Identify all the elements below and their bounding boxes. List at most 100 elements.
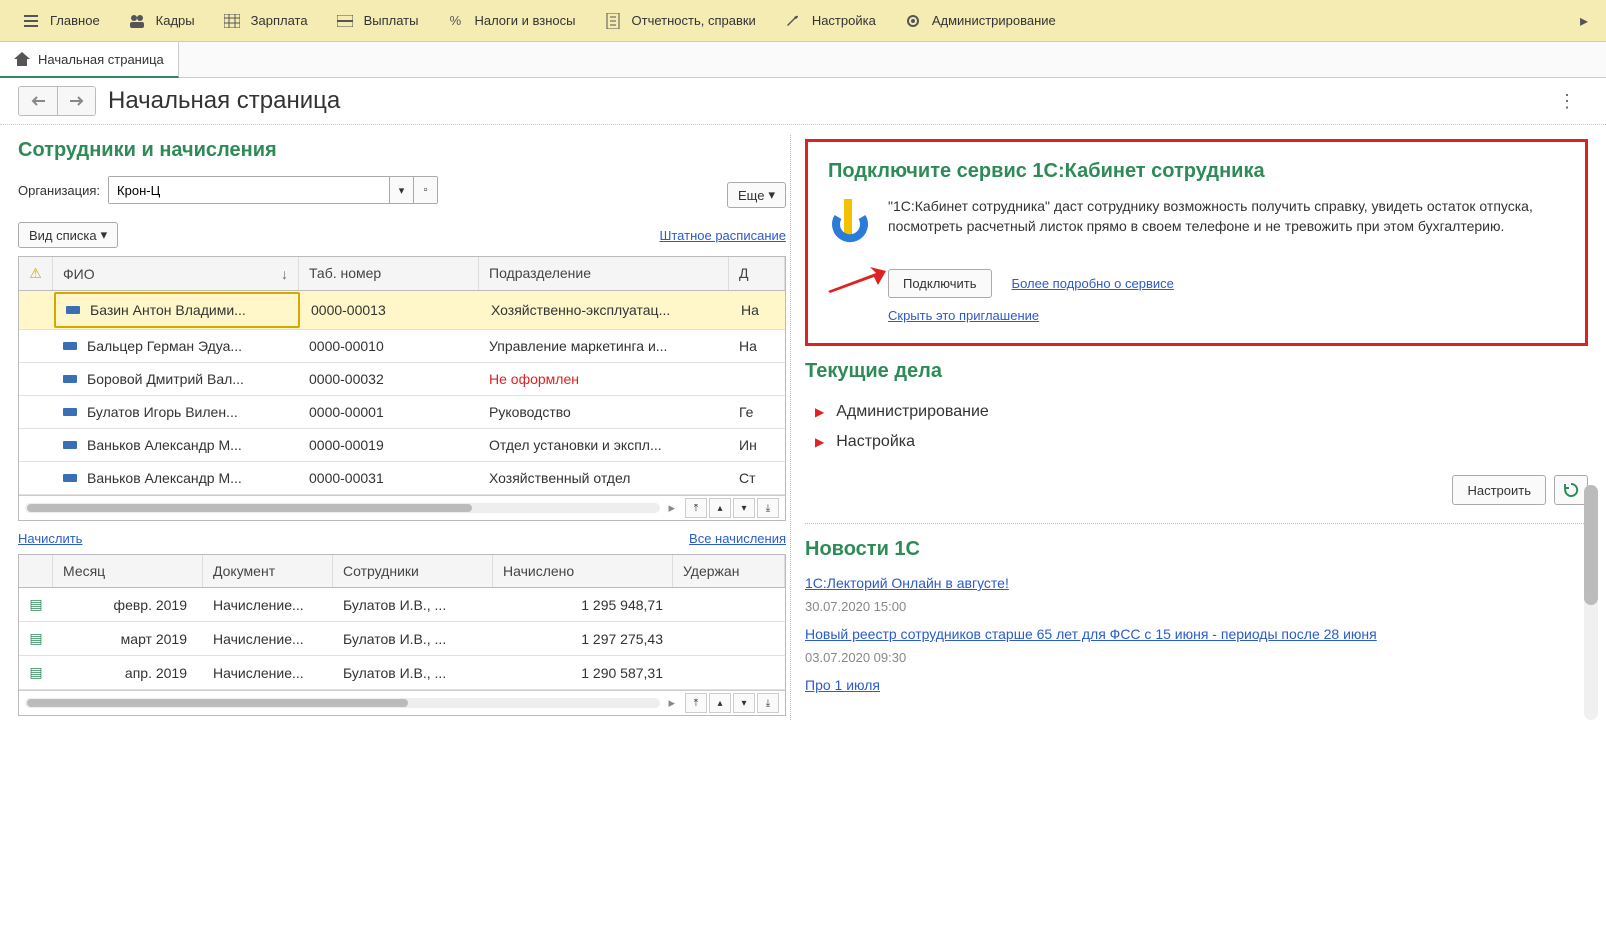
news-link[interactable]: Новый реестр сотрудников старше 65 лет д… <box>805 626 1377 642</box>
table-row[interactable]: Ваньков Александр М...0000-00019Отдел ус… <box>19 429 785 462</box>
nav-label: Зарплата <box>251 13 308 28</box>
back-button[interactable] <box>19 87 57 115</box>
view-type-button[interactable]: Вид списка ▾ <box>18 222 118 248</box>
table-header: Месяц Документ Сотрудники Начислено Удер… <box>19 555 785 588</box>
goto-last-icon[interactable]: ⤓ <box>757 693 779 713</box>
task-item[interactable]: ▶Настройка <box>805 427 1588 457</box>
tab-home[interactable]: Начальная страница <box>0 42 179 78</box>
more-button[interactable]: Еще ▾ <box>727 182 786 208</box>
table-row[interactable]: ▤март 2019Начисление...Булатов И.В., ...… <box>19 622 785 656</box>
sort-down-icon: ↓ <box>281 266 288 282</box>
goto-down-icon[interactable]: ▾ <box>733 498 755 518</box>
all-accruals-link[interactable]: Все начисления <box>689 531 786 546</box>
topbar-more[interactable]: ▸ <box>1570 11 1598 31</box>
col-hold[interactable]: Удержан <box>673 555 785 587</box>
wrench-icon <box>784 12 802 30</box>
nav-kadry[interactable]: Кадры <box>114 0 209 41</box>
record-icon <box>63 408 77 416</box>
nav-nastroyka[interactable]: Настройка <box>770 0 890 41</box>
goto-last-icon[interactable]: ⤓ <box>757 498 779 518</box>
home-icon <box>14 52 30 66</box>
goto-first-icon[interactable]: ⤒ <box>685 498 707 518</box>
table-row[interactable]: Бальцер Герман Эдуа...0000-00010Управлен… <box>19 330 785 363</box>
col-emp[interactable]: Сотрудники <box>333 555 493 587</box>
red-arrow-icon <box>826 265 888 295</box>
col-extra[interactable]: Д <box>729 257 785 290</box>
col-doc[interactable]: Документ <box>203 555 333 587</box>
accrue-link[interactable]: Начислить <box>18 531 82 546</box>
tab-label: Начальная страница <box>38 52 164 67</box>
record-icon <box>66 306 80 314</box>
hscrollbar[interactable] <box>25 698 660 708</box>
scroll-right-icon[interactable]: ▸ <box>668 500 675 516</box>
topbar: Главное Кадры Зарплата Выплаты % Налоги … <box>0 0 1606 42</box>
record-icon <box>63 342 77 350</box>
col-month[interactable]: Месяц <box>53 555 203 587</box>
table-row[interactable]: Булатов Игорь Вилен...0000-00001Руководс… <box>19 396 785 429</box>
col-fio[interactable]: ФИО↓ <box>53 257 299 290</box>
news-link[interactable]: 1С:Лекторий Онлайн в августе! <box>805 575 1009 591</box>
scroll-right-icon[interactable]: ▸ <box>668 695 675 711</box>
nav-nalogi[interactable]: % Налоги и взносы <box>432 0 589 41</box>
news-title: Новости 1С <box>805 538 1588 561</box>
org-input[interactable] <box>109 177 389 203</box>
refresh-button[interactable] <box>1554 475 1588 505</box>
col-warning[interactable]: ⚠ <box>19 257 53 290</box>
dropdown-icon[interactable]: ▾ <box>389 177 413 203</box>
nav-zarplata[interactable]: Зарплата <box>209 0 322 41</box>
more-about-link[interactable]: Более подробно о сервисе <box>1012 276 1174 291</box>
forward-button[interactable] <box>57 87 95 115</box>
tasks-list: ▶Администрирование▶Настройка <box>805 397 1588 457</box>
nav-otchetnost[interactable]: Отчетность, справки <box>590 0 770 41</box>
goto-up-icon[interactable]: ▴ <box>709 498 731 518</box>
table-row[interactable]: Боровой Дмитрий Вал...0000-00032Не оформ… <box>19 363 785 396</box>
goto-up-icon[interactable]: ▴ <box>709 693 731 713</box>
hide-invite-link[interactable]: Скрыть это приглашение <box>888 308 1039 323</box>
refresh-icon <box>1563 482 1579 498</box>
org-label: Организация: <box>18 183 100 198</box>
task-item[interactable]: ▶Администрирование <box>805 397 1588 427</box>
hscrollbar[interactable] <box>25 503 660 513</box>
table-row[interactable]: Базин Антон Владими...0000-00013Хозяйств… <box>19 291 785 330</box>
wallet-icon <box>336 12 354 30</box>
content: Сотрудники и начисления Организация: ▾ ▫… <box>0 125 1606 730</box>
right-column: Подключите сервис 1С:Кабинет сотрудника … <box>791 125 1606 730</box>
table-row[interactable]: Ваньков Александр М...0000-00031Хозяйств… <box>19 462 785 495</box>
page-title: Начальная страница <box>108 87 340 115</box>
org-select[interactable]: ▾ ▫ <box>108 176 438 204</box>
left-column: Сотрудники и начисления Организация: ▾ ▫… <box>0 125 790 730</box>
col-tabnum[interactable]: Таб. номер <box>299 257 479 290</box>
invite-title: Подключите сервис 1С:Кабинет сотрудника <box>828 160 1565 183</box>
nav-main[interactable]: Главное <box>8 0 114 41</box>
col-acc[interactable]: Начислено <box>493 555 673 587</box>
record-icon <box>63 474 77 482</box>
col-dept[interactable]: Подразделение <box>479 257 729 290</box>
nav-label: Администрирование <box>932 13 1056 28</box>
open-icon[interactable]: ▫ <box>413 177 437 203</box>
page-menu[interactable]: ⋮ <box>1546 87 1588 116</box>
news-link[interactable]: Про 1 июля <box>805 677 880 693</box>
caret-right-icon: ▶ <box>815 435 824 449</box>
table-row[interactable]: ▤апр. 2019Начисление...Булатов И.В., ...… <box>19 656 785 690</box>
vscrollbar[interactable] <box>1584 485 1598 720</box>
nav-label: Выплаты <box>364 13 419 28</box>
chevron-down-icon: ▾ <box>101 227 108 243</box>
chevron-down-icon: ▾ <box>768 187 775 203</box>
staff-schedule-link[interactable]: Штатное расписание <box>659 228 786 243</box>
news-date: 03.07.2020 09:30 <box>805 650 1588 665</box>
page-header: Начальная страница ⋮ <box>0 78 1606 125</box>
nav-admin[interactable]: Администрирование <box>890 0 1070 41</box>
caret-right-icon: ▶ <box>815 405 824 419</box>
tabbar: Начальная страница <box>0 42 1606 78</box>
employees-table: ⚠ ФИО↓ Таб. номер Подразделение Д Базин … <box>18 256 786 521</box>
connect-button[interactable]: Подключить <box>888 269 992 298</box>
nav-label: Настройка <box>812 13 876 28</box>
people-icon <box>128 12 146 30</box>
goto-first-icon[interactable]: ⤒ <box>685 693 707 713</box>
doc-ok-icon: ▤ <box>29 596 42 612</box>
goto-down-icon[interactable]: ▾ <box>733 693 755 713</box>
settings-button[interactable]: Настроить <box>1452 475 1546 505</box>
table-row[interactable]: ▤февр. 2019Начисление...Булатов И.В., ..… <box>19 588 785 622</box>
doc-ok-icon: ▤ <box>29 630 42 646</box>
nav-vyplaty[interactable]: Выплаты <box>322 0 433 41</box>
